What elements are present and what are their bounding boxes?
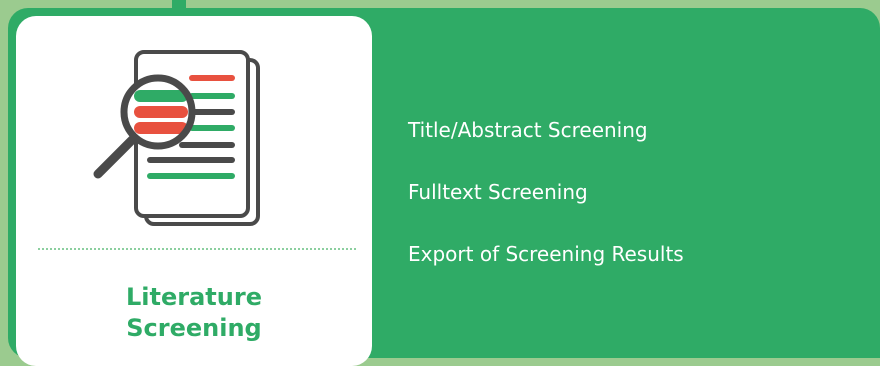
magnifier-document-icon — [86, 48, 276, 238]
feature-list: Title/Abstract Screening Fulltext Screen… — [408, 115, 684, 301]
card-title-line1: Literature — [126, 283, 262, 311]
card-title: Literature Screening — [16, 282, 372, 344]
feature-card: Literature Screening — [16, 16, 372, 366]
feature-panel: Literature Screening Title/Abstract Scre… — [8, 8, 880, 366]
menu-item-title-abstract-screening[interactable]: Title/Abstract Screening — [408, 115, 684, 145]
menu-item-fulltext-screening[interactable]: Fulltext Screening — [408, 177, 684, 207]
menu-item-export-results[interactable]: Export of Screening Results — [408, 239, 684, 269]
card-divider — [38, 248, 356, 250]
card-title-line2: Screening — [126, 314, 262, 342]
